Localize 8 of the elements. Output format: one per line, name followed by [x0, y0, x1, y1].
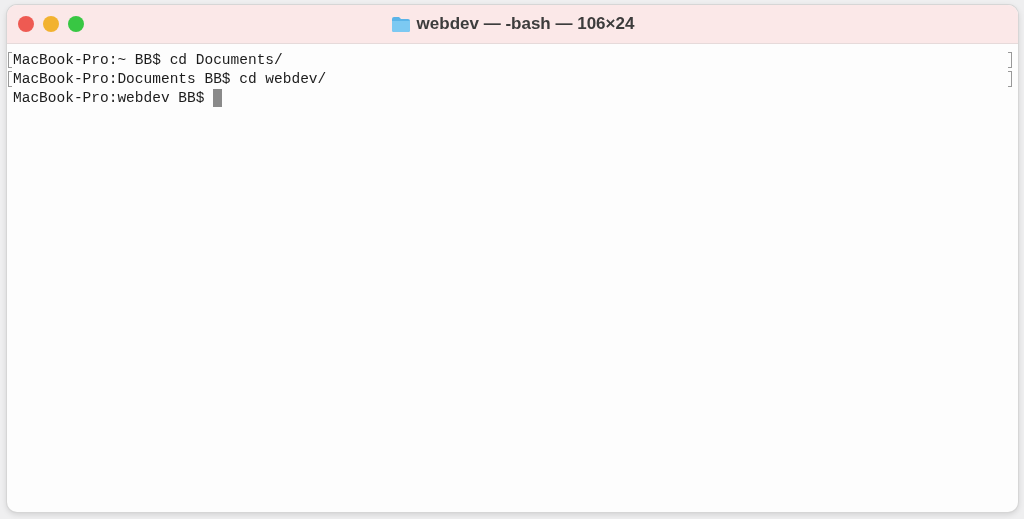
close-button[interactable] — [18, 16, 34, 32]
folder-icon — [390, 15, 411, 33]
zoom-button[interactable] — [68, 16, 84, 32]
terminal-line: MacBook-Pro:Documents BB$ cd webdev/ — [13, 70, 327, 87]
window-title: webdev — -bash — 106×24 — [416, 14, 635, 34]
terminal-line: MacBook-Pro:webdev BB$ — [13, 89, 206, 106]
minimize-button[interactable] — [43, 16, 59, 32]
terminal-line: MacBook-Pro:~ BB$ cd Documents/ — [13, 51, 283, 68]
